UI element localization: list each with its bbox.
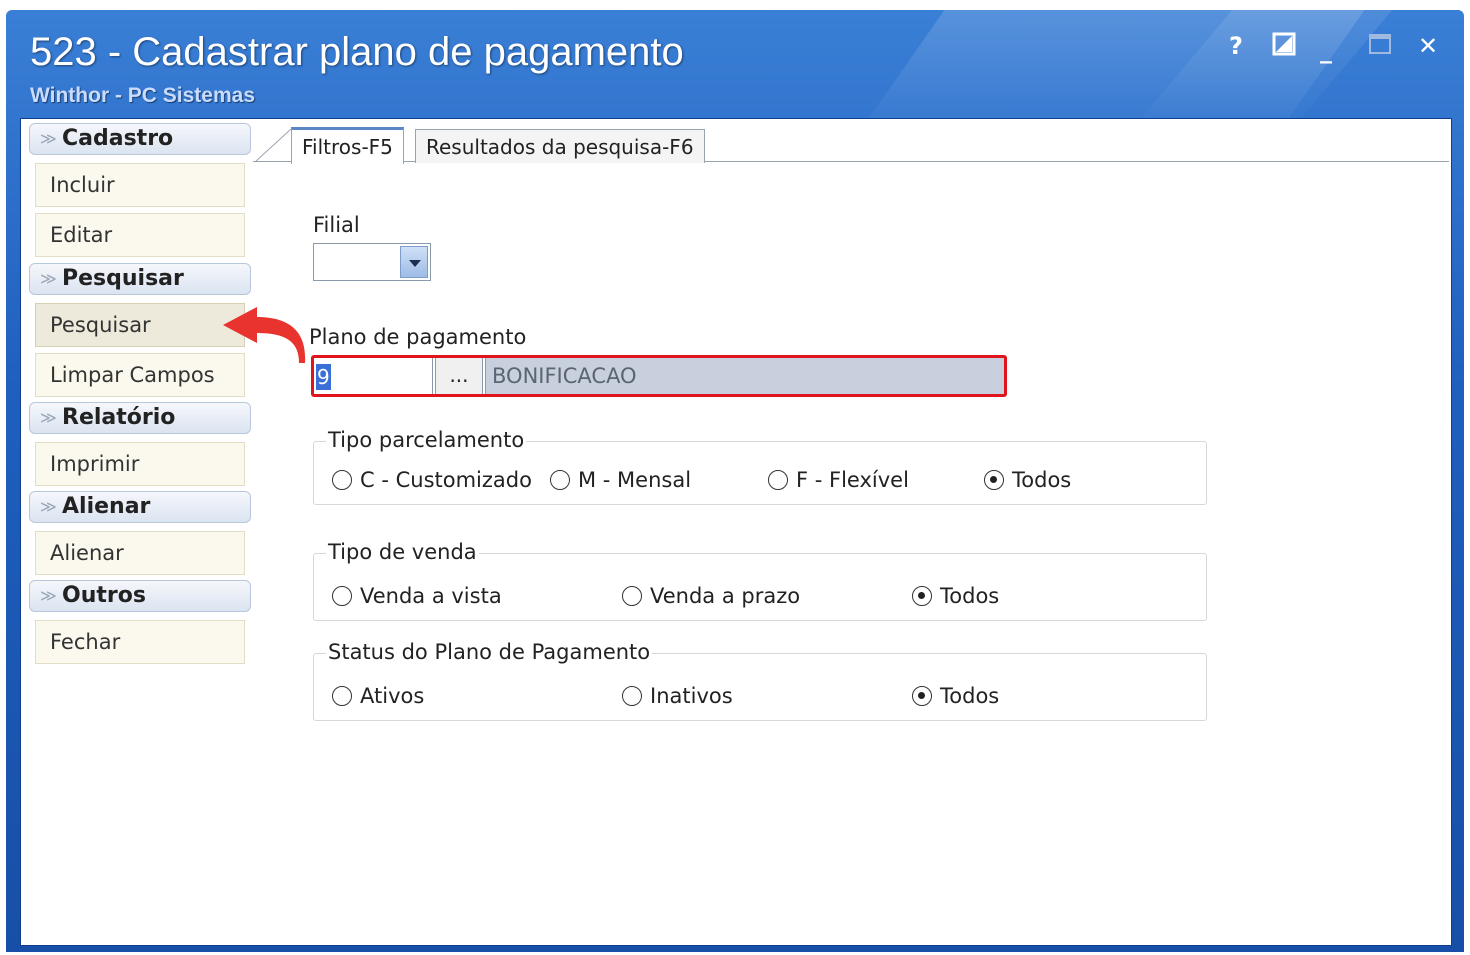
- radio-circle-icon: [768, 470, 788, 490]
- maximize-icon: [1369, 34, 1391, 54]
- tab-filtros[interactable]: Filtros-F5: [291, 127, 404, 164]
- radio-selected-icon: [984, 470, 1004, 490]
- radio-selected-icon: [912, 586, 932, 606]
- radio-circle-icon: [622, 686, 642, 706]
- window-subtitle: Winthor - PC Sistemas: [30, 84, 256, 107]
- help-button[interactable]: ?: [1222, 32, 1250, 60]
- tab-slant: [255, 129, 292, 163]
- maximize-button[interactable]: [1366, 32, 1394, 60]
- tipo-venda-legend: Tipo de venda: [326, 540, 479, 564]
- radio-label: Ativos: [360, 684, 425, 708]
- radio-flexivel[interactable]: F - Flexível: [768, 468, 909, 492]
- radio-mensal[interactable]: M - Mensal: [550, 468, 691, 492]
- sidebar-item-imprimir[interactable]: Imprimir: [35, 442, 245, 486]
- restore-icon-button[interactable]: [1270, 32, 1298, 60]
- filial-label: Filial: [313, 213, 360, 237]
- plano-code-value: 9: [316, 364, 331, 390]
- filial-select[interactable]: [313, 243, 431, 281]
- radio-venda-vista[interactable]: Venda a vista: [332, 584, 502, 608]
- radio-label: Todos: [940, 684, 1000, 708]
- radio-label: C - Customizado: [360, 468, 532, 492]
- group-header-alienar[interactable]: ≫ Alienar: [29, 491, 251, 523]
- radio-label: Venda a vista: [360, 584, 502, 608]
- tipo-venda-group: Tipo de venda Venda a vista Venda a praz…: [313, 540, 1207, 621]
- tipo-parcelamento-group: Tipo parcelamento C - Customizado M - Me…: [313, 428, 1207, 505]
- radio-inativos[interactable]: Inativos: [622, 684, 733, 708]
- plano-label: Plano de pagamento: [309, 325, 527, 349]
- group-header-pesquisar[interactable]: ≫ Pesquisar: [29, 263, 251, 295]
- window-title: 523 - Cadastrar plano de pagamento: [30, 30, 684, 74]
- group-header-label: Alienar: [62, 494, 151, 519]
- radio-customizado[interactable]: C - Customizado: [332, 468, 532, 492]
- radio-circle-icon: [550, 470, 570, 490]
- restore-icon: [1272, 32, 1296, 56]
- sidebar-item-incluir[interactable]: Incluir: [35, 163, 245, 207]
- sidebar-item-alienar[interactable]: Alienar: [35, 531, 245, 575]
- app-window: 523 - Cadastrar plano de pagamento Winth…: [6, 10, 1464, 952]
- minimize-button[interactable]: _: [1312, 36, 1340, 64]
- chevron-down-icon[interactable]: [400, 246, 428, 278]
- plano-lookup-button[interactable]: ...: [435, 357, 483, 395]
- radio-circle-icon: [622, 586, 642, 606]
- radio-venda-todos[interactable]: Todos: [912, 584, 999, 608]
- radio-circle-icon: [332, 470, 352, 490]
- group-header-label: Pesquisar: [62, 266, 184, 291]
- group-header-relatorio[interactable]: ≫ Relatório: [29, 402, 251, 434]
- collapse-icon: ≫: [40, 497, 57, 516]
- sidebar-item-fechar[interactable]: Fechar: [35, 620, 245, 664]
- radio-parcelamento-todos[interactable]: Todos: [984, 468, 1071, 492]
- sidebar-item-editar[interactable]: Editar: [35, 213, 245, 257]
- radio-status-todos[interactable]: Todos: [912, 684, 999, 708]
- collapse-icon: ≫: [40, 408, 57, 427]
- status-group: Status do Plano de Pagamento Ativos Inat…: [313, 640, 1207, 721]
- radio-label: Venda a prazo: [650, 584, 801, 608]
- sidebar-item-limpar-campos[interactable]: Limpar Campos: [35, 353, 245, 397]
- group-header-label: Relatório: [62, 405, 176, 430]
- sidebar: ≫ Cadastro Incluir Editar ≫ Pesquisar Pe…: [29, 123, 261, 723]
- group-header-label: Cadastro: [62, 126, 174, 151]
- radio-label: M - Mensal: [578, 468, 692, 492]
- collapse-icon: ≫: [40, 129, 57, 148]
- title-bar[interactable]: 523 - Cadastrar plano de pagamento Winth…: [6, 10, 1464, 118]
- radio-label: Todos: [1012, 468, 1072, 492]
- group-header-label: Outros: [62, 583, 146, 608]
- radio-selected-icon: [912, 686, 932, 706]
- radio-circle-icon: [332, 686, 352, 706]
- annotation-arrow-icon: [223, 307, 306, 363]
- radio-label: Todos: [940, 584, 1000, 608]
- radio-circle-icon: [332, 586, 352, 606]
- radio-ativos[interactable]: Ativos: [332, 684, 424, 708]
- sidebar-item-pesquisar[interactable]: Pesquisar: [35, 303, 245, 347]
- group-header-cadastro[interactable]: ≫ Cadastro: [29, 123, 251, 155]
- radio-label: Inativos: [650, 684, 733, 708]
- collapse-icon: ≫: [40, 586, 57, 605]
- radio-label: F - Flexível: [796, 468, 909, 492]
- tipo-parcelamento-legend: Tipo parcelamento: [326, 428, 527, 452]
- status-legend: Status do Plano de Pagamento: [326, 640, 653, 664]
- radio-venda-prazo[interactable]: Venda a prazo: [622, 584, 800, 608]
- plano-description-field: BONIFICACAO: [485, 357, 1005, 395]
- plano-code-input[interactable]: 9: [313, 357, 433, 395]
- client-area: ≫ Cadastro Incluir Editar ≫ Pesquisar Pe…: [20, 118, 1452, 946]
- close-button[interactable]: ✕: [1414, 32, 1442, 60]
- collapse-icon: ≫: [40, 269, 57, 288]
- group-header-outros[interactable]: ≫ Outros: [29, 580, 251, 612]
- tab-resultados[interactable]: Resultados da pesquisa-F6: [415, 129, 705, 163]
